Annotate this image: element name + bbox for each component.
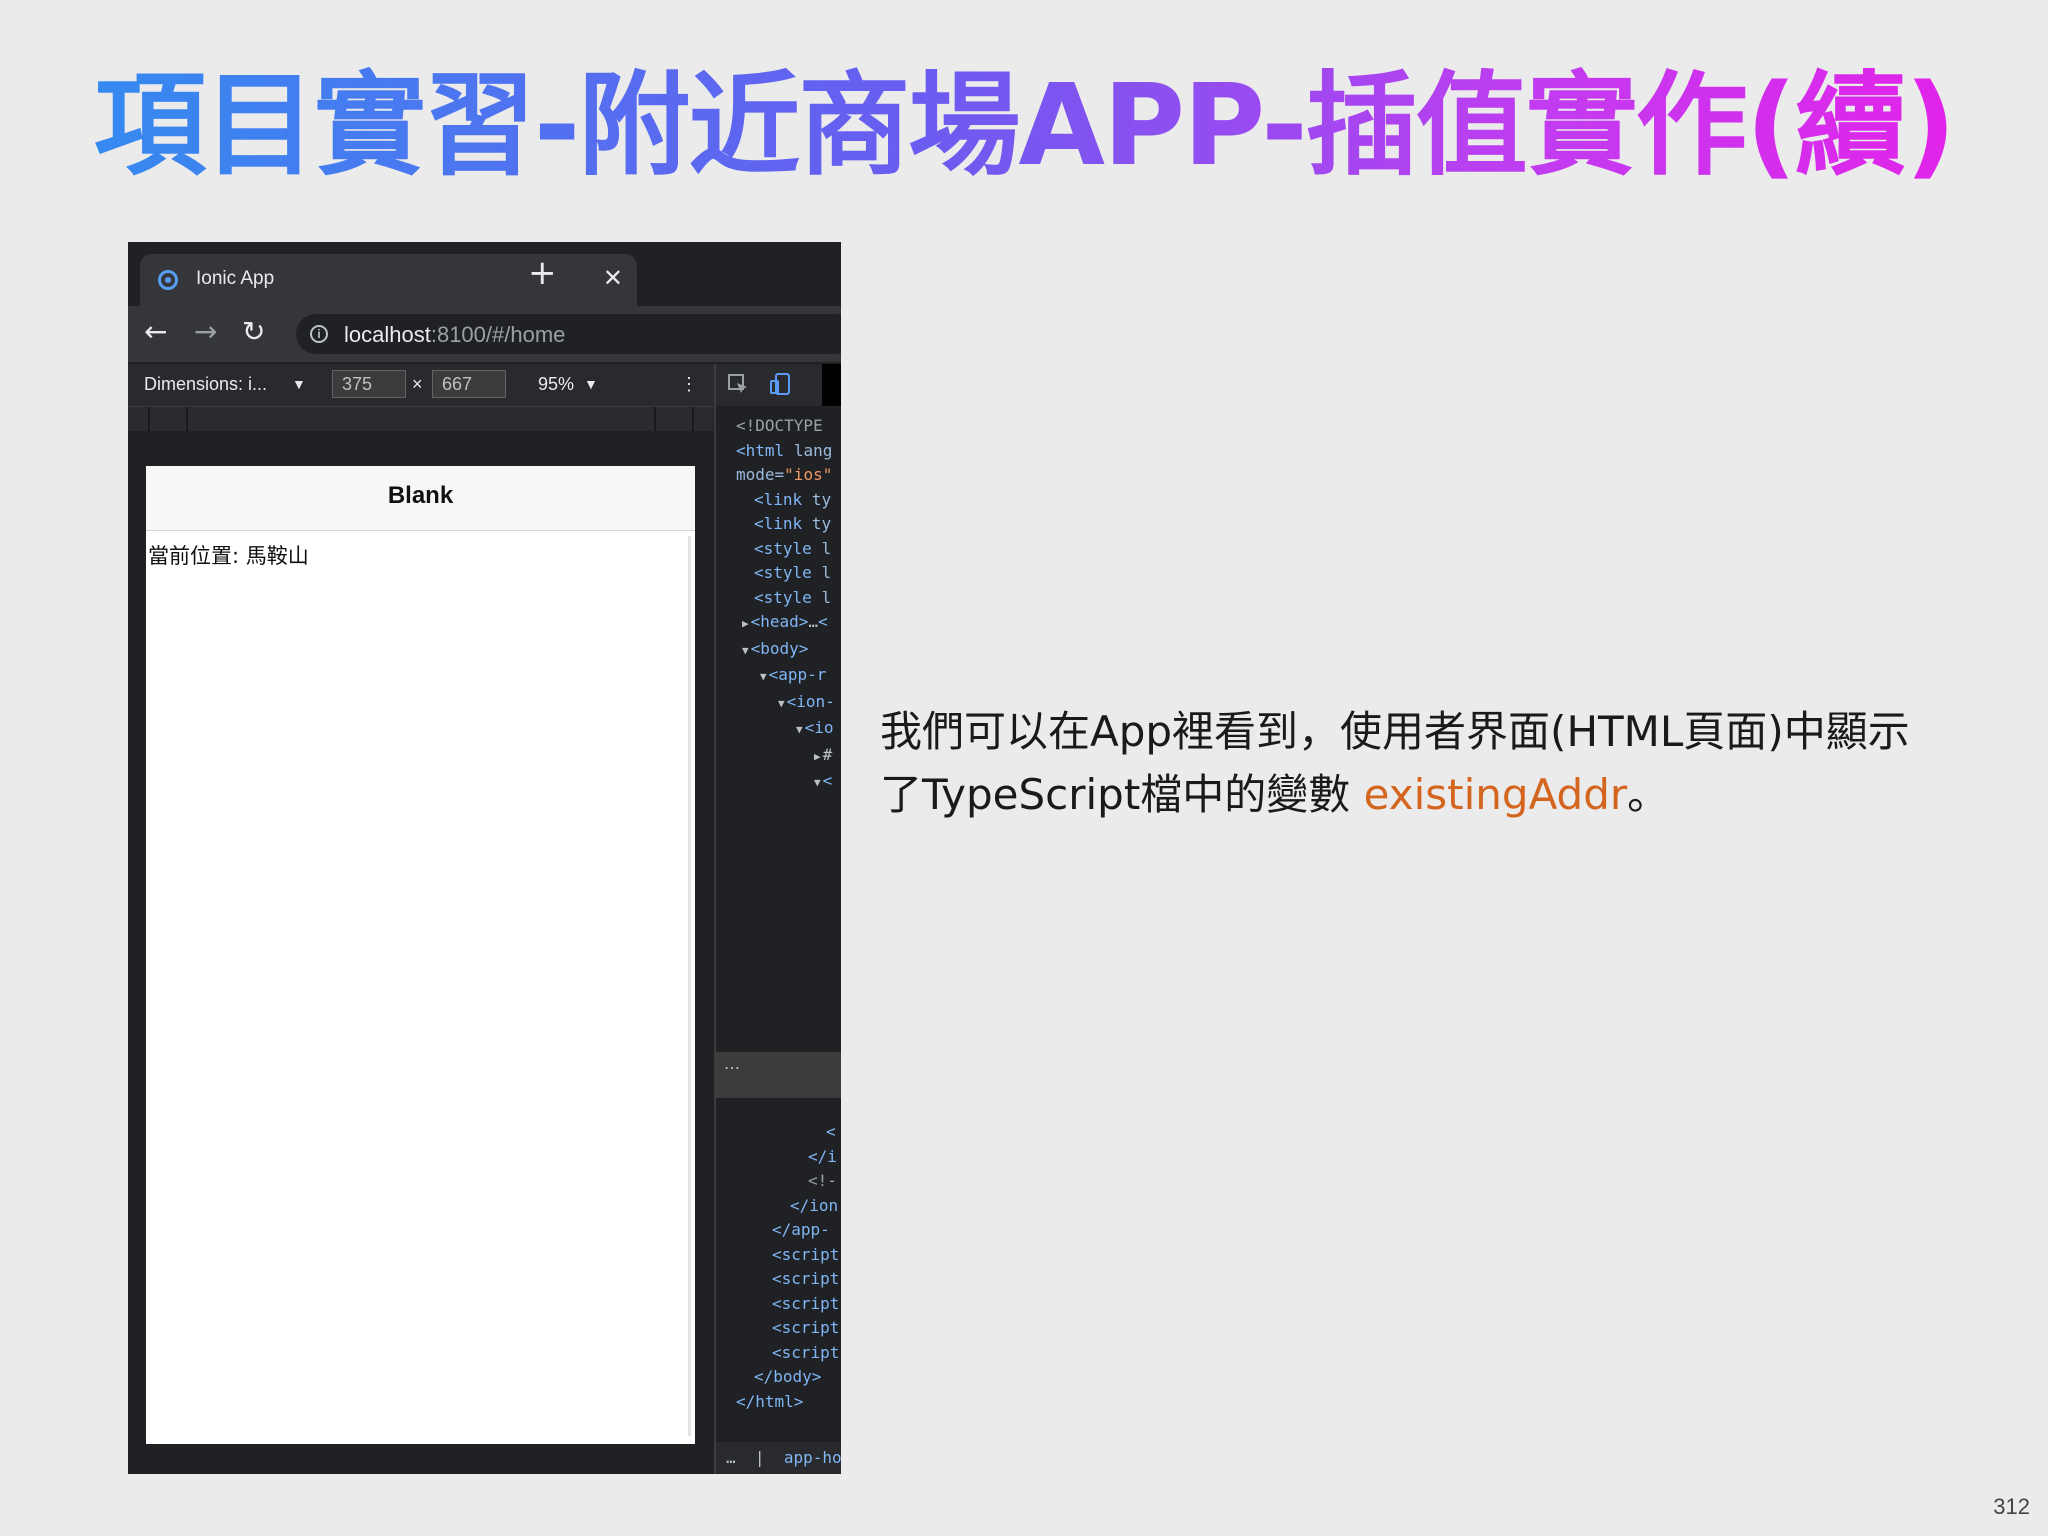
slide-title: 項目實習-附近商場APP-插值實作(續) bbox=[0, 56, 2048, 196]
dom-line[interactable]: <script bbox=[716, 1243, 839, 1268]
times-sign: × bbox=[412, 374, 423, 394]
dom-line[interactable]: <style l bbox=[716, 586, 835, 611]
dom-line[interactable]: ▶ # bbox=[716, 743, 835, 770]
address-bar[interactable]: i localhost:8100/#/home bbox=[296, 314, 841, 354]
device-selector[interactable]: Dimensions: i... bbox=[144, 374, 267, 395]
dom-line[interactable]: <script bbox=[716, 1341, 839, 1366]
dom-tree-lower[interactable]: < </i <!- </ion </app- <script <script <script <… bbox=[716, 1120, 839, 1414]
caption-highlight: existingAddr bbox=[1363, 770, 1628, 819]
height-input[interactable]: 667 bbox=[432, 370, 506, 398]
new-tab-button[interactable]: + bbox=[528, 256, 557, 290]
browser-toolbar: ← → ↻ i localhost:8100/#/home bbox=[128, 306, 841, 362]
tab-bar: Ionic App ✕ + bbox=[128, 242, 841, 306]
info-icon[interactable]: i bbox=[310, 325, 328, 343]
slide-caption: 我們可以在App裡看到，使用者界面(HTML頁面)中顯示了TypeScript檔… bbox=[880, 700, 1930, 826]
dom-line[interactable]: <style l bbox=[716, 537, 835, 562]
devtools-elements-panel: <!DOCTYPE <html lang mode="ios" <link ty <li… bbox=[714, 364, 841, 1474]
more-options-icon[interactable]: ⋮ bbox=[680, 374, 698, 395]
page-number: 312 bbox=[1993, 1494, 2030, 1519]
caption-end: 。 bbox=[1627, 770, 1670, 819]
dom-line[interactable]: </i bbox=[716, 1145, 839, 1170]
dom-line[interactable]: ▼ <body> bbox=[716, 637, 835, 664]
device-viewport: Blank 當前位置: 馬鞍山 bbox=[146, 466, 695, 1444]
ionic-favicon-icon bbox=[158, 270, 178, 290]
dom-line[interactable]: <script bbox=[716, 1267, 839, 1292]
tab-title: Ionic App bbox=[196, 268, 275, 289]
close-tab-icon[interactable]: ✕ bbox=[603, 264, 623, 292]
dom-line[interactable]: <!- bbox=[716, 1169, 839, 1194]
app-title: Blank bbox=[387, 482, 454, 509]
device-toggle-icon[interactable] bbox=[768, 372, 794, 398]
dom-line[interactable]: <style l bbox=[716, 561, 835, 586]
dom-line[interactable]: ▼ <ion- bbox=[716, 690, 835, 717]
dom-line[interactable]: ▶ <head>…< bbox=[716, 610, 835, 637]
width-input[interactable]: 375 bbox=[332, 370, 406, 398]
dom-line[interactable]: </app- bbox=[716, 1218, 839, 1243]
zoom-selector[interactable]: 95% bbox=[538, 374, 574, 395]
dom-line[interactable]: ▼ <io bbox=[716, 716, 835, 743]
dom-line[interactable]: </body> bbox=[716, 1365, 839, 1390]
dom-line[interactable]: mode="ios" bbox=[716, 463, 835, 488]
devtools-toolbar bbox=[716, 364, 841, 406]
dom-line[interactable]: <script bbox=[716, 1292, 839, 1317]
dom-tree-upper[interactable]: <!DOCTYPE <html lang mode="ios" <link ty <li… bbox=[716, 414, 835, 796]
dom-line[interactable]: </ion bbox=[716, 1194, 839, 1219]
dom-tree-collapsed-section[interactable]: … bbox=[716, 1052, 841, 1098]
dom-line[interactable]: <!DOCTYPE bbox=[716, 414, 835, 439]
back-button[interactable]: ← bbox=[144, 316, 167, 348]
url-text: localhost:8100/#/home bbox=[344, 322, 566, 347]
dom-line[interactable]: ▼ <app-r bbox=[716, 663, 835, 690]
dom-line[interactable]: < bbox=[716, 1120, 839, 1145]
dom-line[interactable]: <html lang bbox=[716, 439, 835, 464]
dom-breadcrumb[interactable]: … | app-ho bbox=[716, 1442, 841, 1474]
inspect-element-icon[interactable] bbox=[726, 372, 752, 398]
dom-line[interactable]: <link ty bbox=[716, 512, 835, 537]
browser-tab[interactable]: Ionic App ✕ bbox=[140, 254, 637, 306]
dom-line[interactable]: <link ty bbox=[716, 488, 835, 513]
zoom-chevron-icon[interactable]: ▼ bbox=[584, 376, 598, 392]
scrollbar[interactable] bbox=[688, 536, 691, 1436]
reload-button[interactable]: ↻ bbox=[242, 316, 265, 348]
app-header: Blank bbox=[146, 466, 695, 531]
dom-line[interactable]: ▼ < bbox=[716, 769, 835, 796]
browser-window: Ionic App ✕ + ← → ↻ i localhost:8100/#/h… bbox=[128, 242, 841, 1474]
media-query-ruler bbox=[128, 407, 713, 431]
dom-line[interactable]: </html> bbox=[716, 1390, 839, 1415]
current-location-text: 當前位置: 馬鞍山 bbox=[148, 544, 309, 568]
dom-line[interactable]: <script bbox=[716, 1316, 839, 1341]
forward-button[interactable]: → bbox=[194, 316, 217, 348]
chevron-down-icon[interactable]: ▼ bbox=[292, 376, 306, 392]
